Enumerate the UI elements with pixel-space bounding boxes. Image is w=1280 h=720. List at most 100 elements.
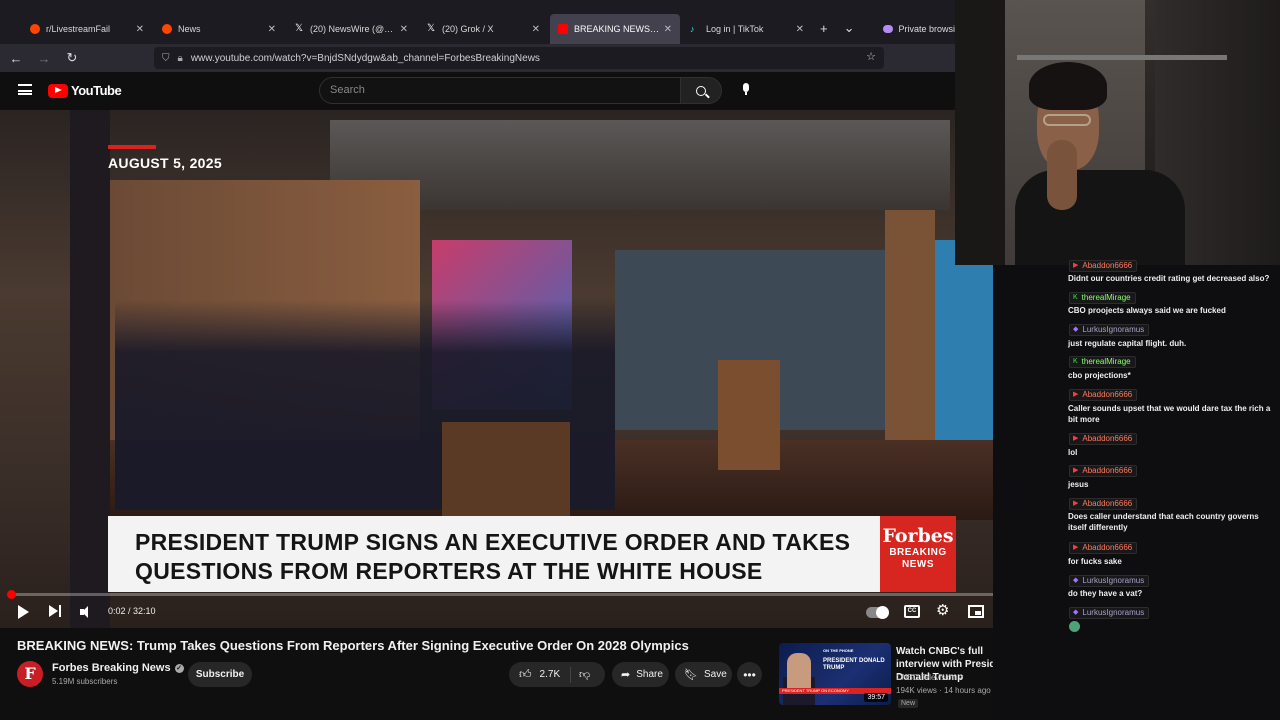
captions-icon[interactable]: CC — [904, 605, 920, 618]
chat-message: Does caller understand that each country… — [1068, 512, 1259, 532]
recommended-channel[interactable]: CNBC Television ✓ — [896, 673, 965, 682]
reddit-icon — [162, 24, 172, 34]
chat-message: for fucks sake — [1068, 557, 1122, 566]
settings-gear-icon[interactable]: ⚙ — [936, 601, 952, 619]
twitch-badge-icon: ◆ — [1073, 609, 1079, 616]
browser-tab[interactable]: ♪ Log in | TikTok ✕ — [682, 14, 812, 44]
more-horizontal-icon: ••• — [743, 667, 756, 682]
new-tab-button[interactable]: + — [820, 21, 828, 36]
play-icon[interactable] — [18, 605, 29, 619]
video-progress-bar[interactable] — [7, 590, 1055, 599]
share-arrow-icon: ➦ — [621, 669, 631, 681]
x-logo-icon: 𝕏 — [426, 23, 436, 34]
chat-username[interactable]: ▶ Abaddon6666 — [1069, 542, 1138, 554]
emote-icon — [1069, 621, 1080, 632]
youtube-header: YouTube Search — [0, 72, 955, 110]
player-controls: 0:02 / 32:10 CC ⚙ — [0, 598, 1060, 626]
close-icon[interactable]: ✕ — [136, 24, 144, 35]
next-video-icon[interactable] — [49, 605, 62, 619]
youtube-badge-icon: ▶ — [1073, 262, 1079, 269]
chat-username[interactable]: KtherealMirage — [1069, 292, 1136, 304]
forward-arrow-icon[interactable]: → — [32, 51, 56, 66]
lectern-right — [718, 360, 780, 470]
search-button[interactable] — [680, 77, 722, 104]
kick-badge-icon: K — [1073, 358, 1078, 365]
ceiling-lights — [330, 120, 950, 210]
close-icon[interactable]: ✕ — [268, 24, 276, 35]
recommended-video-thumbnail[interactable]: ON THE PHONE PRESIDENT DONALD TRUMP PRES… — [779, 643, 891, 705]
address-bar[interactable]: ⛉ 🔒︎ www.youtube.com/watch?v=BnjdSNdydgw… — [154, 47, 884, 69]
channel-name[interactable]: Forbes Breaking News ✓ — [52, 662, 184, 674]
chat-username[interactable]: ▶ Abaddon6666 — [1069, 498, 1138, 510]
close-icon[interactable]: ✕ — [400, 24, 408, 35]
chat-username[interactable]: KtherealMirage — [1069, 356, 1136, 368]
close-icon[interactable]: ✕ — [664, 24, 672, 35]
chat-username[interactable]: ◆ LurkusIgnoramus — [1069, 324, 1150, 336]
browser-nav-bar: ← → ↻ ⛉ 🔒︎ www.youtube.com/watch?v=BnjdS… — [0, 44, 955, 72]
lower-third-caption: PRESIDENT TRUMP SIGNS AN EXECUTIVE ORDER… — [108, 516, 880, 592]
verified-check-icon: ✓ — [958, 673, 965, 682]
close-icon[interactable]: ✕ — [796, 24, 804, 35]
chat-username[interactable]: ◆ LurkusIgnoramus — [1069, 607, 1150, 619]
search-input[interactable]: Search — [319, 77, 681, 104]
hamburger-menu-icon[interactable] — [18, 84, 32, 95]
youtube-badge-icon: ▶ — [1073, 467, 1079, 474]
browser-tab[interactable]: r/LivestreamFail ✕ — [22, 14, 152, 44]
browser-tab[interactable]: News ✕ — [154, 14, 284, 44]
chat-username[interactable]: ▶ Abaddon6666 — [1069, 389, 1138, 401]
autoplay-toggle[interactable] — [866, 606, 889, 619]
like-button[interactable]: 👍︎ 2.7K — [509, 666, 571, 683]
url-text: www.youtube.com/watch?v=BnjdSNdydgw&ab_c… — [190, 52, 540, 64]
date-badge: AUGUST 5, 2025 — [108, 145, 222, 171]
search-icon — [696, 85, 706, 96]
thumbs-up-icon: 👍︎ — [519, 667, 532, 681]
save-button[interactable]: 🔖︎ Save — [675, 662, 732, 687]
volume-icon[interactable] — [80, 606, 94, 618]
chat-message: cbo projections* — [1068, 371, 1131, 380]
chat-username[interactable]: ▶ Abaddon6666 — [1069, 465, 1138, 477]
subscribe-button[interactable]: Subscribe — [188, 662, 252, 687]
reload-icon[interactable]: ↻ — [60, 50, 84, 66]
video-date: AUGUST 5, 2025 — [108, 155, 222, 171]
close-icon[interactable]: ✕ — [532, 24, 540, 35]
bookmark-icon: 🔖︎ — [684, 669, 698, 681]
browser-tab[interactable]: 𝕏 (20) Grok / X ✕ — [418, 14, 548, 44]
youtube-icon — [558, 24, 568, 34]
youtube-badge-icon: ▶ — [1073, 544, 1079, 551]
share-button[interactable]: ➦ Share — [612, 662, 669, 687]
twitch-badge-icon: ◆ — [1073, 577, 1079, 584]
chat-username[interactable]: ▶ Abaddon6666 — [1069, 433, 1138, 445]
back-arrow-icon[interactable]: ← — [4, 51, 28, 66]
x-logo-icon: 𝕏 — [294, 23, 304, 34]
caption-line-1: PRESIDENT TRUMP SIGNS AN EXECUTIVE ORDER… — [135, 529, 851, 555]
dislike-button[interactable]: 👎︎ — [571, 668, 590, 681]
shield-icon[interactable]: ⛉ — [162, 53, 170, 64]
microphone-icon[interactable] — [742, 83, 750, 96]
streamer-body — [1015, 170, 1185, 265]
chat-username[interactable]: ◆ LurkusIgnoramus — [1069, 575, 1150, 587]
new-badge: New — [898, 699, 919, 708]
twitch-badge-icon: ◆ — [1073, 326, 1079, 333]
lock-icon[interactable]: 🔒︎ — [178, 53, 183, 64]
video-title: BREAKING NEWS: Trump Takes Questions Fro… — [17, 638, 689, 653]
mask-icon — [882, 25, 893, 33]
blue-banner-right — [935, 240, 993, 440]
chat-gutter — [993, 265, 1065, 720]
bookmark-star-icon[interactable]: ☆ — [866, 50, 876, 63]
video-player[interactable]: AUGUST 5, 2025 PRESIDENT TRUMP SIGNS AN … — [0, 110, 993, 628]
chat-username[interactable]: ▶ Abaddon6666 — [1069, 260, 1138, 272]
red-accent-bar — [108, 145, 156, 149]
chat-message: just regulate capital flight. duh. — [1068, 339, 1187, 348]
channel-avatar[interactable]: F — [17, 661, 43, 687]
subscriber-count: 5.19M subscribers — [52, 677, 118, 686]
like-dislike-group: 👍︎ 2.7K 👎︎ — [509, 662, 605, 687]
webcam-overlay — [955, 0, 1280, 265]
caption-line-2: QUESTIONS FROM REPORTERS AT THE WHITE HO… — [135, 558, 763, 584]
youtube-logo[interactable]: YouTube — [48, 83, 122, 98]
forbes-breaking-news-tag: Forbes BREAKING NEWS — [880, 516, 956, 592]
more-actions-button[interactable]: ••• — [737, 662, 762, 687]
miniplayer-icon[interactable] — [968, 605, 984, 618]
browser-tab[interactable]: 𝕏(20) NewsWire (@NewsW✕ — [286, 14, 416, 44]
tab-list-button[interactable]: ⌄ — [844, 20, 855, 36]
browser-tab-active[interactable]: BREAKING NEWS: Trump✕ — [550, 14, 680, 44]
